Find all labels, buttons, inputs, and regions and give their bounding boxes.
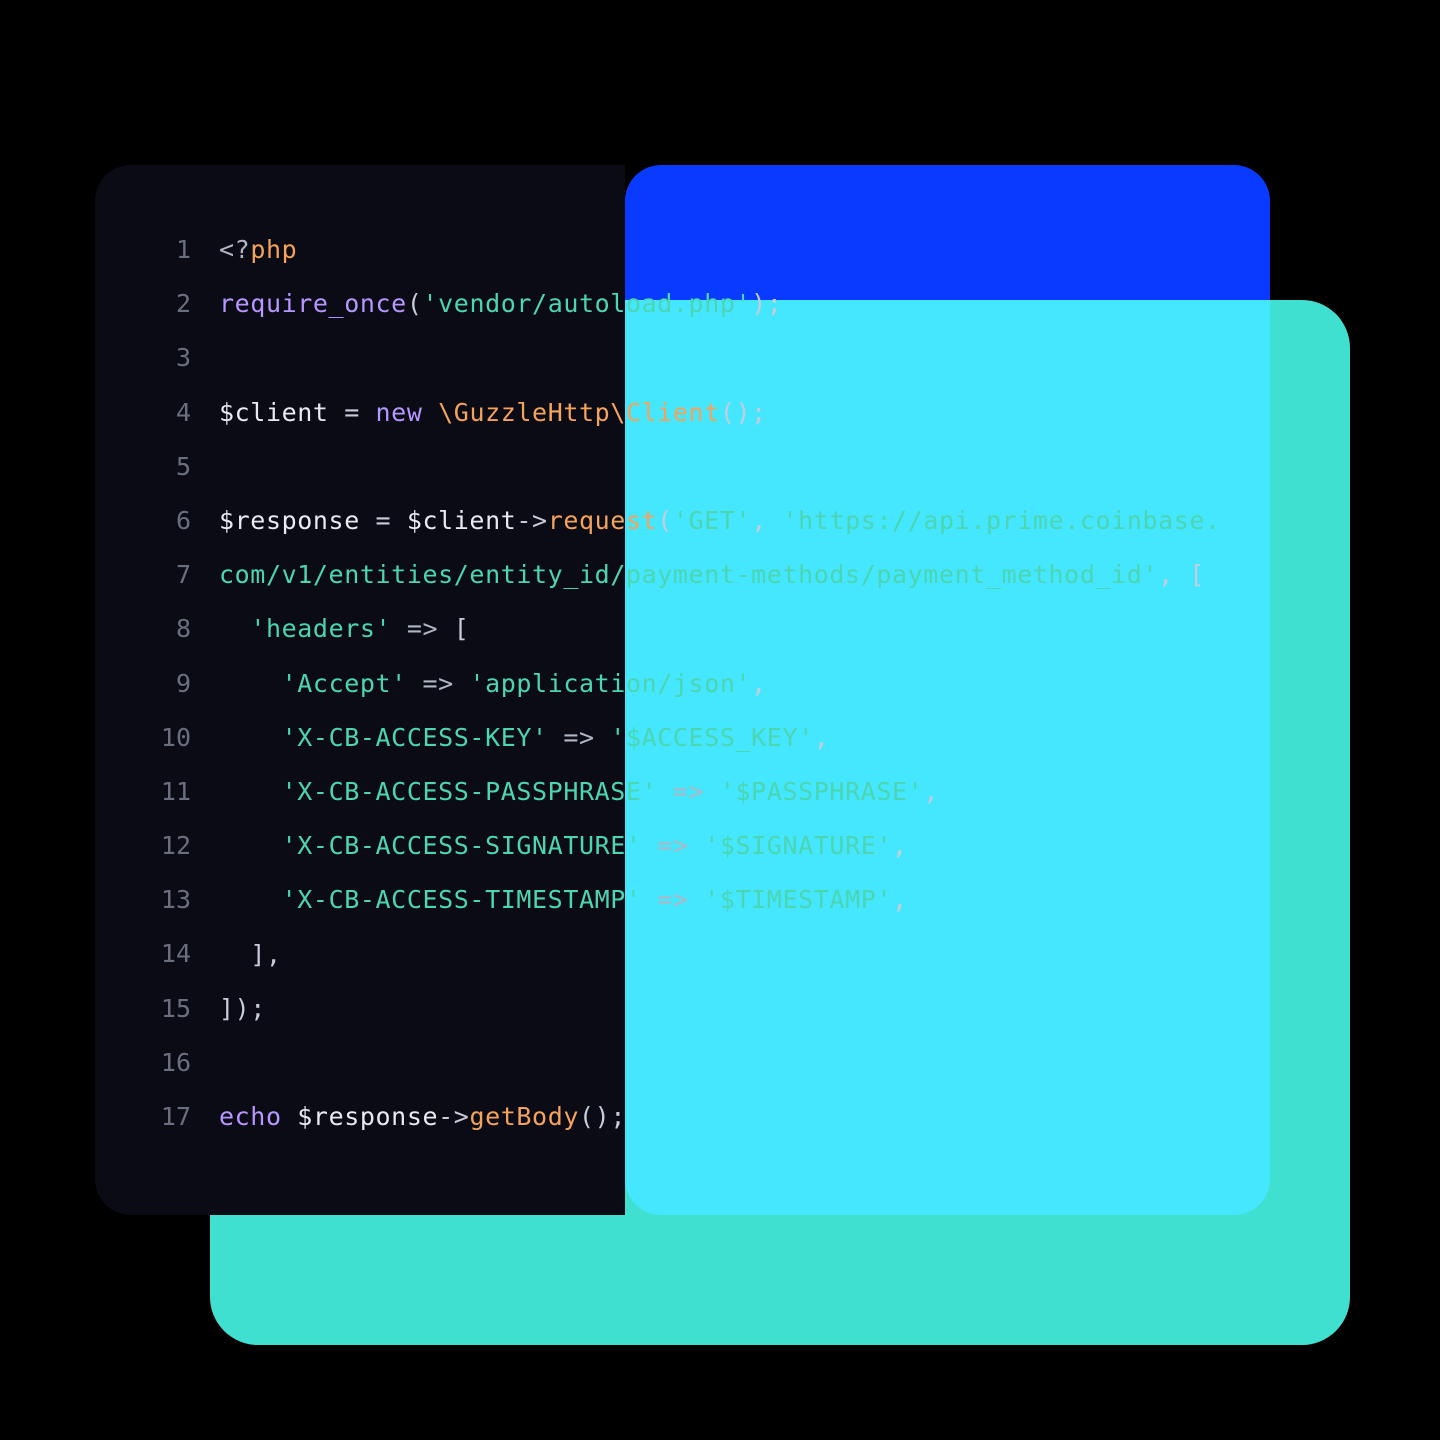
code-token	[219, 723, 282, 752]
code-card-content: 1234567891011121314151617 <?phprequire_o…	[127, 223, 1230, 1144]
code-token: require_once	[219, 289, 407, 318]
code-token: =>	[548, 723, 611, 752]
line-number: 5	[127, 440, 191, 494]
line-number: 14	[127, 927, 191, 981]
code-token: [	[454, 614, 470, 643]
code-token: $client	[407, 506, 517, 535]
line-number: 4	[127, 386, 191, 440]
code-line: $client = new \GuzzleHttp\Client();	[219, 386, 1230, 440]
code-token	[219, 885, 282, 914]
line-number: 10	[127, 711, 191, 765]
code-token: (	[657, 506, 673, 535]
code-token: ,	[892, 885, 908, 914]
code-token: ,	[892, 831, 908, 860]
stage: 1234567891011121314151617 <?phprequire_o…	[0, 0, 1440, 1440]
code-token: =>	[391, 614, 454, 643]
code-token: <?	[219, 235, 250, 264]
code-token: ->	[516, 506, 547, 535]
line-number: 17	[127, 1090, 191, 1144]
code-line: 'Accept' => 'application/json',	[219, 657, 1230, 711]
code-token: 'headers'	[250, 614, 391, 643]
code-token: '$ACCESS_KEY'	[610, 723, 813, 752]
line-number: 3	[127, 331, 191, 385]
line-number: 9	[127, 657, 191, 711]
line-number: 2	[127, 277, 191, 331]
code-token: 'Accept'	[282, 669, 407, 698]
code-token: 'vendor/autoload.php'	[422, 289, 751, 318]
code-line: echo $response->getBody();	[219, 1090, 1230, 1144]
code-token: $response	[297, 1102, 438, 1131]
code-token: (	[407, 289, 423, 318]
code-token: ();	[579, 1102, 626, 1131]
code-line: 'headers' => [	[219, 602, 1230, 656]
code-token: ,	[814, 723, 830, 752]
code-token	[219, 831, 282, 860]
code-line: 'X-CB-ACCESS-TIMESTAMP' => '$TIMESTAMP',	[219, 873, 1230, 927]
code-line: 'X-CB-ACCESS-SIGNATURE' => '$SIGNATURE',	[219, 819, 1230, 873]
code-token: 'X-CB-ACCESS-KEY'	[282, 723, 548, 752]
code-token: \GuzzleHttp\Client	[438, 398, 720, 427]
code-token: $client	[219, 398, 344, 427]
line-number: 11	[127, 765, 191, 819]
line-number: 8	[127, 602, 191, 656]
code-token: ,	[751, 506, 782, 535]
line-number: 16	[127, 1036, 191, 1090]
code-token: ,	[923, 777, 939, 806]
code-line: ]);	[219, 982, 1230, 1036]
code-token: ->	[438, 1102, 469, 1131]
code-token: ],	[250, 940, 281, 969]
code-token: 'X-CB-ACCESS-TIMESTAMP'	[282, 885, 642, 914]
code-token: =>	[657, 777, 720, 806]
code-token: =>	[642, 831, 705, 860]
code-token: new	[376, 398, 439, 427]
code-token: 'X-CB-ACCESS-SIGNATURE'	[282, 831, 642, 860]
code-line	[219, 331, 1230, 385]
code-token: 'application/json'	[469, 669, 751, 698]
line-number: 7	[127, 548, 191, 602]
code-token: );	[751, 289, 782, 318]
code-token: 'X-CB-ACCESS-PASSPHRASE'	[282, 777, 658, 806]
line-number: 1	[127, 223, 191, 277]
code-token: , [	[1158, 560, 1205, 589]
code-line: ],	[219, 928, 1230, 982]
line-number: 15	[127, 982, 191, 1036]
code-line: $response = $client->request('GET', 'htt…	[219, 494, 1230, 602]
line-number-gutter: 1234567891011121314151617	[127, 223, 219, 1144]
code-token: $response	[219, 506, 376, 535]
code-line: 'X-CB-ACCESS-PASSPHRASE' => '$PASSPHRASE…	[219, 765, 1230, 819]
code-token: =	[344, 398, 375, 427]
line-number: 12	[127, 819, 191, 873]
code-line: require_once('vendor/autoload.php');	[219, 277, 1230, 331]
code-token: getBody	[469, 1102, 579, 1131]
code-token	[219, 940, 250, 969]
code-token: =>	[407, 669, 470, 698]
line-number: 13	[127, 873, 191, 927]
code-token	[219, 614, 250, 643]
code-token: '$PASSPHRASE'	[720, 777, 923, 806]
code-token	[219, 669, 282, 698]
code-token: php	[250, 235, 297, 264]
code-line: 'X-CB-ACCESS-KEY' => '$ACCESS_KEY',	[219, 711, 1230, 765]
code-line: <?php	[219, 223, 1230, 277]
code-block: <?phprequire_once('vendor/autoload.php')…	[219, 223, 1230, 1144]
code-token: 'GET'	[673, 506, 751, 535]
code-token: '$TIMESTAMP'	[704, 885, 892, 914]
code-token: echo	[219, 1102, 297, 1131]
code-token: =	[376, 506, 407, 535]
code-line	[219, 1036, 1230, 1090]
code-card: 1234567891011121314151617 <?phprequire_o…	[95, 165, 1270, 1215]
code-token: ,	[751, 669, 767, 698]
code-line	[219, 440, 1230, 494]
code-token: =>	[642, 885, 705, 914]
code-token: request	[548, 506, 658, 535]
code-token: ();	[720, 398, 767, 427]
code-token: ]);	[219, 994, 266, 1023]
line-number: 6	[127, 494, 191, 548]
code-token	[219, 777, 282, 806]
code-token: '$SIGNATURE'	[704, 831, 892, 860]
